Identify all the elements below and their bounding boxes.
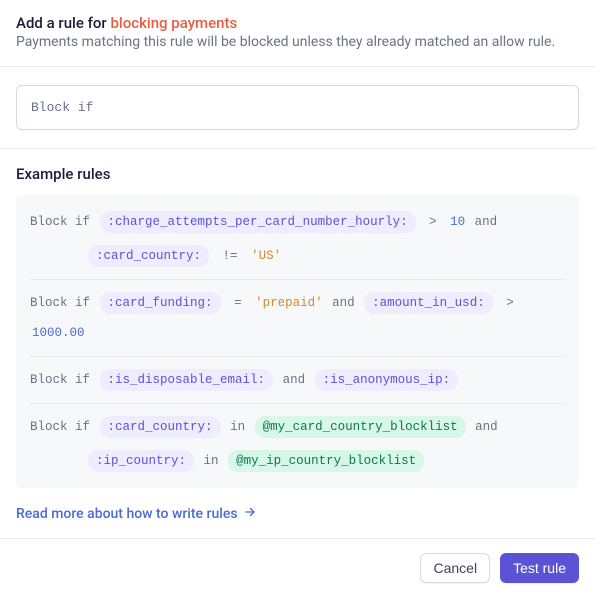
example-rule: Block if :card_funding: = 'prepaid' and … — [30, 279, 565, 350]
rule-operator-token: != — [223, 249, 238, 263]
rule-number-token: 10 — [450, 215, 465, 229]
rule-operator-token: > — [506, 296, 514, 310]
example-rule: Block if :charge_attempts_per_card_numbe… — [30, 205, 565, 273]
rule-keyword-token: and — [332, 296, 355, 310]
title-highlight: blocking payments — [110, 14, 237, 32]
rule-field-token: :card_country: — [88, 245, 209, 267]
rule-number-token: 1000.00 — [32, 326, 85, 340]
rule-field-token: :charge_attempts_per_card_number_hourly: — [100, 211, 416, 233]
rule-operator-token: = — [234, 296, 242, 310]
rule-field-token: :card_funding: — [100, 292, 221, 314]
header: Add a rule for blocking payments Payment… — [0, 0, 595, 66]
test-rule-button[interactable]: Test rule — [500, 553, 579, 583]
rule-keyword-token: in — [230, 420, 245, 434]
example-rules-section: Example rules Block if :charge_attempts_… — [0, 149, 595, 506]
rule-keyword-token: and — [475, 215, 498, 229]
example-rule-line: :ip_country: in @my_ip_country_blocklist — [30, 444, 565, 478]
rule-field-token: :is_disposable_email: — [100, 369, 274, 391]
rule-operator-token: > — [429, 215, 437, 229]
rule-keyword-token: Block if — [30, 373, 90, 387]
example-rule-line: Block if :charge_attempts_per_card_numbe… — [30, 205, 565, 239]
examples-code-block: Block if :charge_attempts_per_card_numbe… — [16, 195, 579, 488]
example-rule: Block if :card_country: in @my_card_coun… — [30, 403, 565, 478]
example-rule-line: Block if :is_disposable_email: and :is_a… — [30, 363, 565, 397]
rule-field-token: :card_country: — [100, 416, 221, 438]
title-prefix: Add a rule for — [16, 14, 110, 32]
rule-keyword-token: in — [204, 454, 219, 468]
rule-field-token: :is_anonymous_ip: — [315, 369, 459, 391]
rule-field-token: :amount_in_usd: — [364, 292, 493, 314]
page-subtitle: Payments matching this rule will be bloc… — [16, 34, 579, 50]
rule-field-token: :ip_country: — [88, 450, 194, 472]
example-rule-line: :card_country: != 'US' — [30, 239, 565, 273]
example-rule-line: Block if :card_country: in @my_card_coun… — [30, 410, 565, 444]
rule-keyword-token: Block if — [30, 420, 90, 434]
rule-input[interactable] — [16, 85, 579, 130]
rule-list-ref-token: @my_card_country_blocklist — [255, 416, 466, 438]
rule-input-container — [0, 67, 595, 148]
page-title: Add a rule for blocking payments — [16, 14, 579, 32]
rule-keyword-token: and — [283, 373, 306, 387]
arrow-right-icon — [244, 506, 256, 522]
example-rule-line: Block if :card_funding: = 'prepaid' and … — [30, 286, 565, 350]
rules-docs-link[interactable]: Read more about how to write rules — [16, 506, 256, 522]
cancel-button[interactable]: Cancel — [420, 553, 490, 583]
rule-keyword-token: and — [475, 420, 498, 434]
rule-string-token: 'US' — [251, 249, 281, 263]
rules-docs-link-label: Read more about how to write rules — [16, 506, 238, 522]
rule-list-ref-token: @my_ip_country_blocklist — [228, 450, 424, 472]
rule-string-token: 'prepaid' — [255, 296, 323, 310]
rule-keyword-token: Block if — [30, 296, 90, 310]
example-rule: Block if :is_disposable_email: and :is_a… — [30, 356, 565, 397]
rule-keyword-token: Block if — [30, 215, 90, 229]
dialog-footer: Cancel Test rule — [0, 538, 595, 597]
examples-heading: Example rules — [16, 165, 579, 183]
